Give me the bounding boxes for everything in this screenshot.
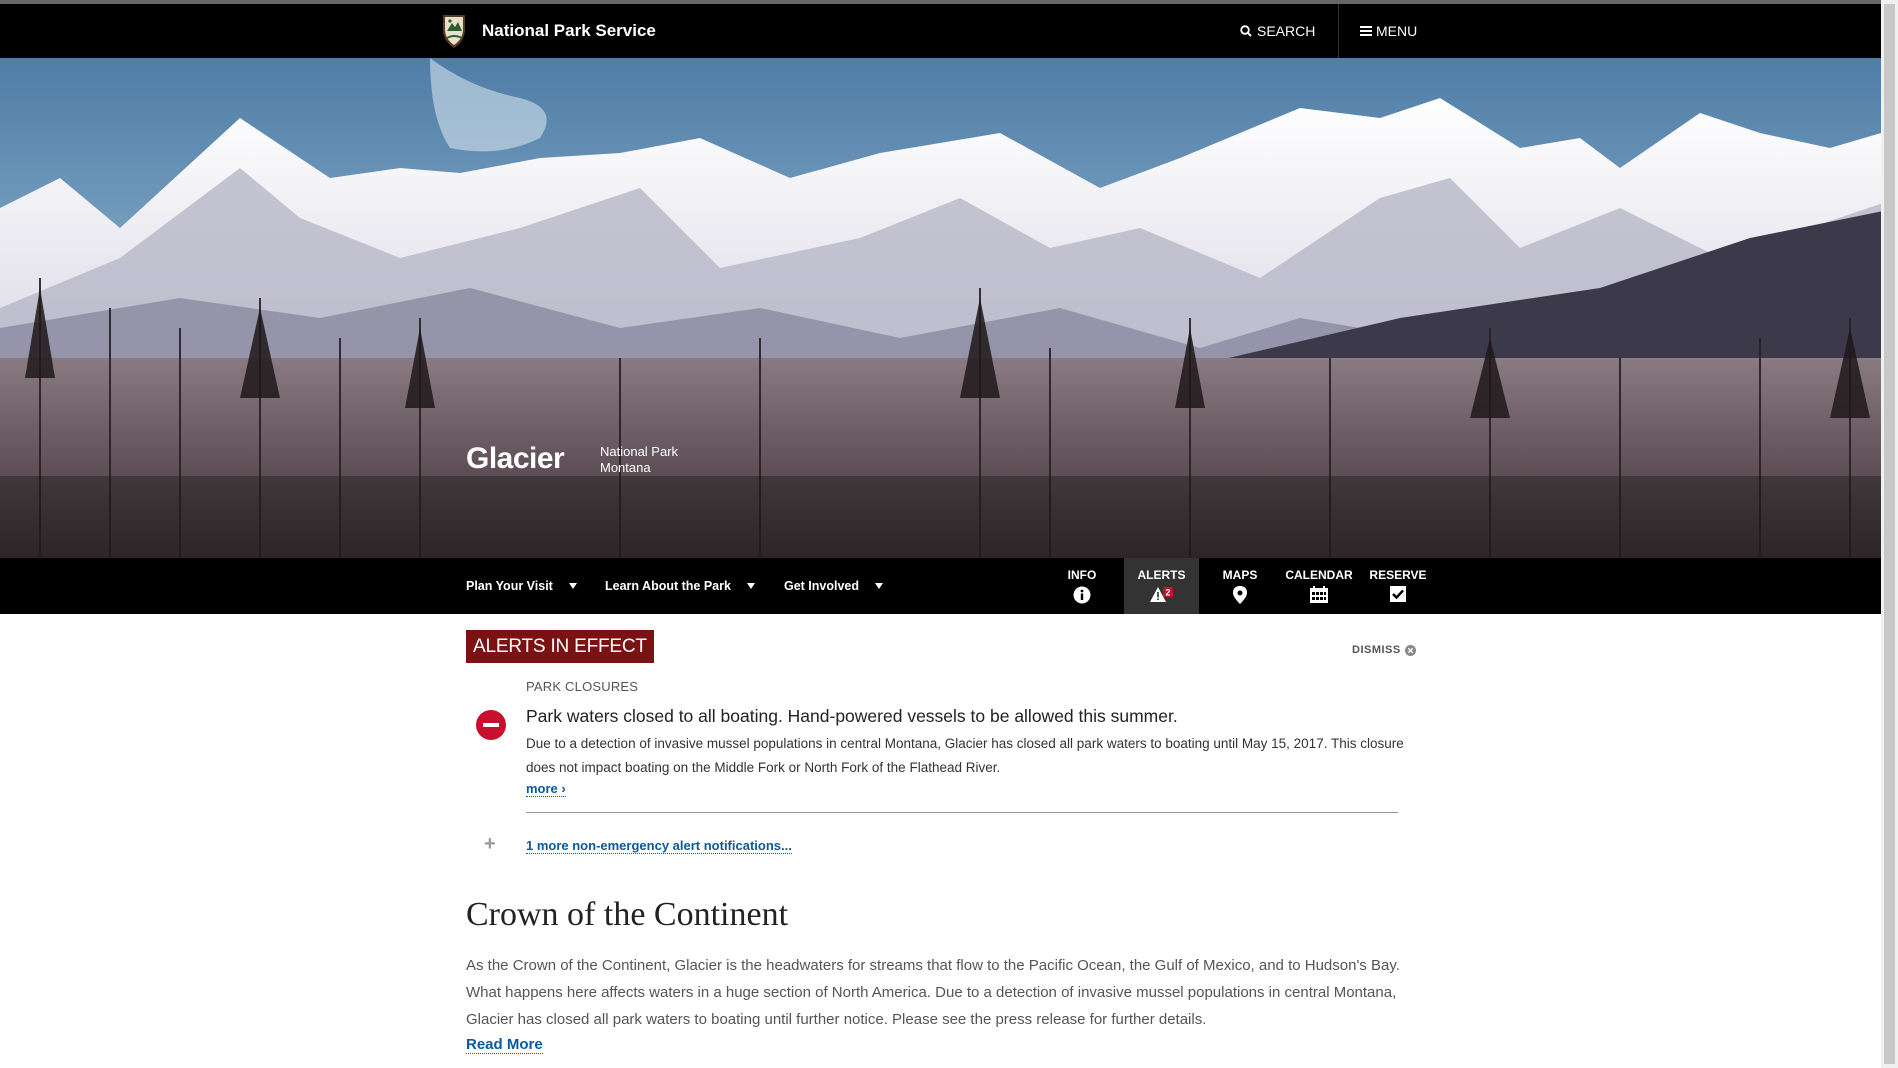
site-header: National Park Service SEARCH MENU xyxy=(0,4,1898,58)
park-designation: National Park Montana xyxy=(600,444,678,476)
close-circle-icon xyxy=(1404,644,1416,656)
park-subnav: Plan Your Visit Learn About the Park Get… xyxy=(0,558,1898,614)
state-label: Montana xyxy=(600,460,651,475)
hero-banner xyxy=(0,58,1898,558)
util-label: CALENDAR xyxy=(1285,568,1353,582)
nps-home-link[interactable]: National Park Service xyxy=(440,13,656,49)
search-label: SEARCH xyxy=(1257,23,1316,39)
designation-label: National Park xyxy=(600,444,679,459)
closure-alert-icon xyxy=(476,710,506,740)
brand-name: National Park Service xyxy=(482,21,656,40)
dismiss-label: DISMISS xyxy=(1352,644,1401,656)
alert-icon: 2 xyxy=(1149,587,1173,602)
caret-down-icon xyxy=(568,583,577,589)
nav-get-involved[interactable]: Get Involved xyxy=(784,558,884,614)
hamburger-icon xyxy=(1360,26,1372,36)
header-divider xyxy=(1338,4,1339,58)
plus-icon: + xyxy=(484,833,496,855)
nps-arrowhead-logo-icon xyxy=(443,15,465,48)
scrollbar-thumb[interactable] xyxy=(1884,4,1895,1064)
util-label: MAPS xyxy=(1222,568,1258,582)
map-pin-icon xyxy=(1233,586,1247,604)
park-name: Glacier xyxy=(466,442,565,475)
alert-more-link[interactable]: more › xyxy=(526,781,566,797)
menu-label: MENU xyxy=(1376,23,1418,39)
util-label: ALERTS xyxy=(1137,568,1186,582)
read-more-link[interactable]: Read More xyxy=(466,1036,543,1054)
util-reserve[interactable]: RESERVE xyxy=(1365,558,1431,614)
util-label: INFO xyxy=(1067,568,1097,582)
checkbox-icon xyxy=(1390,586,1406,602)
calendar-icon xyxy=(1310,586,1328,603)
dismiss-button[interactable]: DISMISS xyxy=(1352,644,1416,656)
util-label: RESERVE xyxy=(1369,568,1427,582)
alerts-heading: ALERTS IN EFFECT xyxy=(466,630,654,663)
alert-count-badge: 2 xyxy=(1165,588,1170,598)
util-maps[interactable]: MAPS xyxy=(1212,558,1268,614)
alert-title: Park waters closed to all boating. Hand-… xyxy=(526,706,1178,726)
more-alerts-link[interactable]: 1 more non-emergency alert notifications… xyxy=(526,838,792,854)
util-calendar[interactable]: CALENDAR xyxy=(1280,558,1358,614)
nav-label: Plan Your Visit xyxy=(466,579,553,593)
menu-button[interactable]: MENU xyxy=(1360,4,1417,58)
caret-down-icon xyxy=(875,583,884,589)
alert-divider xyxy=(526,812,1398,813)
alert-category: PARK CLOSURES xyxy=(526,679,639,694)
nav-label: Learn About the Park xyxy=(605,579,731,593)
util-alerts[interactable]: ALERTS 2 xyxy=(1124,558,1199,614)
intro-paragraph: As the Crown of the Continent, Glacier i… xyxy=(466,957,1400,1028)
alert-description: Due to a detection of invasive mussel po… xyxy=(526,736,1404,775)
intro-heading: Crown of the Continent xyxy=(466,896,789,933)
info-icon xyxy=(1073,586,1091,604)
search-button[interactable]: SEARCH xyxy=(1240,4,1315,58)
hero-title-band xyxy=(0,476,1898,558)
util-info[interactable]: INFO xyxy=(1052,558,1112,614)
nav-learn-about-the-park[interactable]: Learn About the Park xyxy=(605,558,755,614)
search-icon xyxy=(1240,25,1252,37)
nav-plan-your-visit[interactable]: Plan Your Visit xyxy=(466,558,577,614)
nav-label: Get Involved xyxy=(784,579,860,593)
caret-down-icon xyxy=(746,583,755,589)
